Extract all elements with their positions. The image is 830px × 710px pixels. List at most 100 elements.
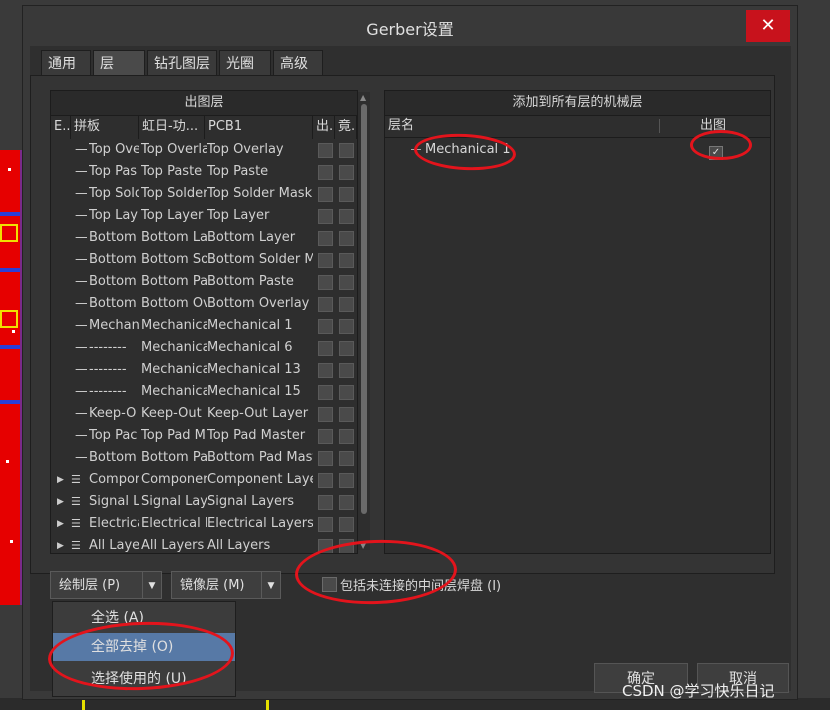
plot-checkbox[interactable] bbox=[318, 451, 333, 466]
tab-advanced[interactable]: 高级 bbox=[273, 50, 323, 76]
tree-line-icon: — bbox=[75, 340, 87, 355]
mirror-checkbox[interactable] bbox=[339, 253, 354, 268]
plot-checkbox[interactable] bbox=[318, 231, 333, 246]
expand-arrow-icon[interactable]: ▶ bbox=[57, 513, 64, 535]
plot-layers-header: 出图层 bbox=[51, 91, 357, 116]
mirror-checkbox[interactable] bbox=[339, 341, 354, 356]
cell-pcb1: Top Overlay bbox=[207, 142, 284, 157]
expand-arrow-icon[interactable]: ▶ bbox=[57, 491, 64, 513]
plot-checkbox[interactable] bbox=[318, 319, 333, 334]
scrollbar-thumb[interactable] bbox=[361, 104, 367, 514]
chevron-down-icon[interactable]: ▼ bbox=[261, 572, 280, 598]
cell-pcb1: Electrical Layers bbox=[207, 516, 313, 531]
table-row[interactable]: — Top Pac Top Pad M Top Pad Master bbox=[51, 425, 357, 447]
tree-group-icon: ☰ bbox=[71, 495, 81, 508]
table-row[interactable]: — Top Pas Top Paste Top Paste bbox=[51, 161, 357, 183]
plot-checkbox[interactable] bbox=[318, 385, 333, 400]
mirror-layers-dropdown[interactable]: 镜像层 (M) ▼ bbox=[171, 571, 281, 599]
mirror-checkbox[interactable] bbox=[339, 319, 354, 334]
mirror-checkbox[interactable] bbox=[339, 187, 354, 202]
plot-checkbox[interactable] bbox=[318, 297, 333, 312]
scroll-up-icon[interactable]: ▲ bbox=[360, 93, 366, 102]
col-header-hongri[interactable]: 虹日-功... bbox=[139, 115, 205, 139]
col-header-pcb1[interactable]: PCB1 bbox=[205, 115, 313, 139]
table-row[interactable]: — -------- Mechanica Mechanical 15 bbox=[51, 381, 357, 403]
plot-checkbox[interactable] bbox=[318, 473, 333, 488]
plot-checkbox[interactable] bbox=[318, 143, 333, 158]
mirror-checkbox[interactable] bbox=[339, 209, 354, 224]
mirror-layers-label: 镜像层 (M) bbox=[180, 578, 245, 593]
cell-panel: Bottom La bbox=[141, 230, 207, 245]
plot-checkbox[interactable] bbox=[318, 275, 333, 290]
cell-panel: Mechanica bbox=[141, 384, 207, 399]
table-row[interactable]: — Top Lay Top Layer Top Layer bbox=[51, 205, 357, 227]
table-row[interactable]: — Top Ove Top Overla Top Overlay bbox=[51, 139, 357, 161]
plot-checkbox[interactable] bbox=[318, 495, 333, 510]
plot-layers-dropdown[interactable]: 绘制层 (P) ▼ bbox=[50, 571, 162, 599]
tree-line-icon: — bbox=[75, 428, 87, 443]
table-row[interactable]: — Bottom Bottom Pa Bottom Pad Mast bbox=[51, 447, 357, 469]
table-row[interactable]: — Bottom Bottom So Bottom Solder M bbox=[51, 249, 357, 271]
cell-panel: Top Overla bbox=[141, 142, 207, 157]
mirror-checkbox[interactable] bbox=[339, 363, 354, 378]
table-row[interactable]: ▶ ☰ Signal LSignal LayeSignal Layers bbox=[51, 491, 357, 513]
table-row[interactable]: — Keep-O Keep-Out Keep-Out Layer bbox=[51, 403, 357, 425]
tab-general[interactable]: 通用 bbox=[41, 50, 91, 76]
plot-checkbox[interactable] bbox=[318, 253, 333, 268]
col-header-plot[interactable]: 出... bbox=[313, 115, 335, 139]
tab-apertures[interactable]: 光圈 bbox=[219, 50, 271, 76]
mirror-checkbox[interactable] bbox=[339, 473, 354, 488]
mirror-checkbox[interactable] bbox=[339, 165, 354, 180]
table-row[interactable]: — Bottom Bottom La Bottom Layer bbox=[51, 227, 357, 249]
plot-checkbox[interactable] bbox=[318, 429, 333, 444]
table-row[interactable]: ▶ ☰ Compor Componer Component Laye bbox=[51, 469, 357, 491]
col-header-panel[interactable]: 拼板 bbox=[71, 115, 139, 139]
col-header-mirror[interactable]: 竟... bbox=[335, 115, 357, 139]
cell-panel: Keep-Out bbox=[141, 406, 202, 421]
plot-checkbox[interactable] bbox=[318, 517, 333, 532]
table-row[interactable]: — Top Sold Top Solder Top Solder Mask bbox=[51, 183, 357, 205]
pcb-pad bbox=[0, 224, 18, 242]
chevron-down-icon[interactable]: ▼ bbox=[142, 572, 161, 598]
mirror-checkbox[interactable] bbox=[339, 407, 354, 422]
watermark: CSDN @学习快乐日记 bbox=[622, 682, 775, 700]
mirror-checkbox[interactable] bbox=[339, 517, 354, 532]
tree-line-icon: — bbox=[75, 406, 87, 421]
col-header-layer-name[interactable]: 层名 bbox=[388, 115, 414, 137]
expand-arrow-icon[interactable]: ▶ bbox=[57, 535, 64, 553]
mirror-checkbox[interactable] bbox=[339, 385, 354, 400]
expand-arrow-icon[interactable]: ▶ bbox=[57, 469, 64, 491]
table-row[interactable]: ▶ ☰ All Laye All Layers All Layers bbox=[51, 535, 357, 553]
mirror-checkbox[interactable] bbox=[339, 275, 354, 290]
col-header-extension[interactable]: E... bbox=[51, 115, 71, 139]
mirror-checkbox[interactable] bbox=[339, 143, 354, 158]
table-row[interactable]: — -------- Mechanica Mechanical 6 bbox=[51, 337, 357, 359]
cell-panel: Electrical L bbox=[141, 516, 207, 531]
mirror-checkbox[interactable] bbox=[339, 231, 354, 246]
cell-extension: Bottom bbox=[89, 296, 137, 311]
table-row[interactable]: — -------- Mechanica Mechanical 13 bbox=[51, 359, 357, 381]
mirror-checkbox[interactable] bbox=[339, 495, 354, 510]
tree-line-icon: — bbox=[75, 318, 87, 333]
table-row[interactable]: — Bottom Bottom Ov Bottom Overlay bbox=[51, 293, 357, 315]
tab-layers[interactable]: 层 bbox=[93, 50, 145, 76]
plot-checkbox[interactable] bbox=[318, 165, 333, 180]
plot-checkbox[interactable] bbox=[318, 363, 333, 378]
table-row[interactable]: ▶ ☰ ElectricaElectrical LElectrical Layers bbox=[51, 513, 357, 535]
mirror-checkbox[interactable] bbox=[339, 429, 354, 444]
tab-drill-drawing[interactable]: 钻孔图层 bbox=[147, 50, 217, 76]
table-row[interactable]: — Mechan Mechanica Mechanical 1 bbox=[51, 315, 357, 337]
cell-pcb1: Component Laye bbox=[207, 472, 313, 487]
tree-line-icon: — bbox=[75, 450, 87, 465]
tree-line-icon: — bbox=[75, 362, 87, 377]
cell-pcb1: Mechanical 1 bbox=[207, 318, 293, 333]
table-row[interactable]: — Bottom Bottom Pa Bottom Paste bbox=[51, 271, 357, 293]
mirror-checkbox[interactable] bbox=[339, 297, 354, 312]
plot-checkbox[interactable] bbox=[318, 209, 333, 224]
plot-checkbox[interactable] bbox=[318, 187, 333, 202]
plot-checkbox[interactable] bbox=[318, 407, 333, 422]
mirror-checkbox[interactable] bbox=[339, 451, 354, 466]
close-button[interactable]: ✕ bbox=[746, 10, 790, 42]
cell-extension: Top Pas bbox=[89, 164, 138, 179]
plot-checkbox[interactable] bbox=[318, 341, 333, 356]
